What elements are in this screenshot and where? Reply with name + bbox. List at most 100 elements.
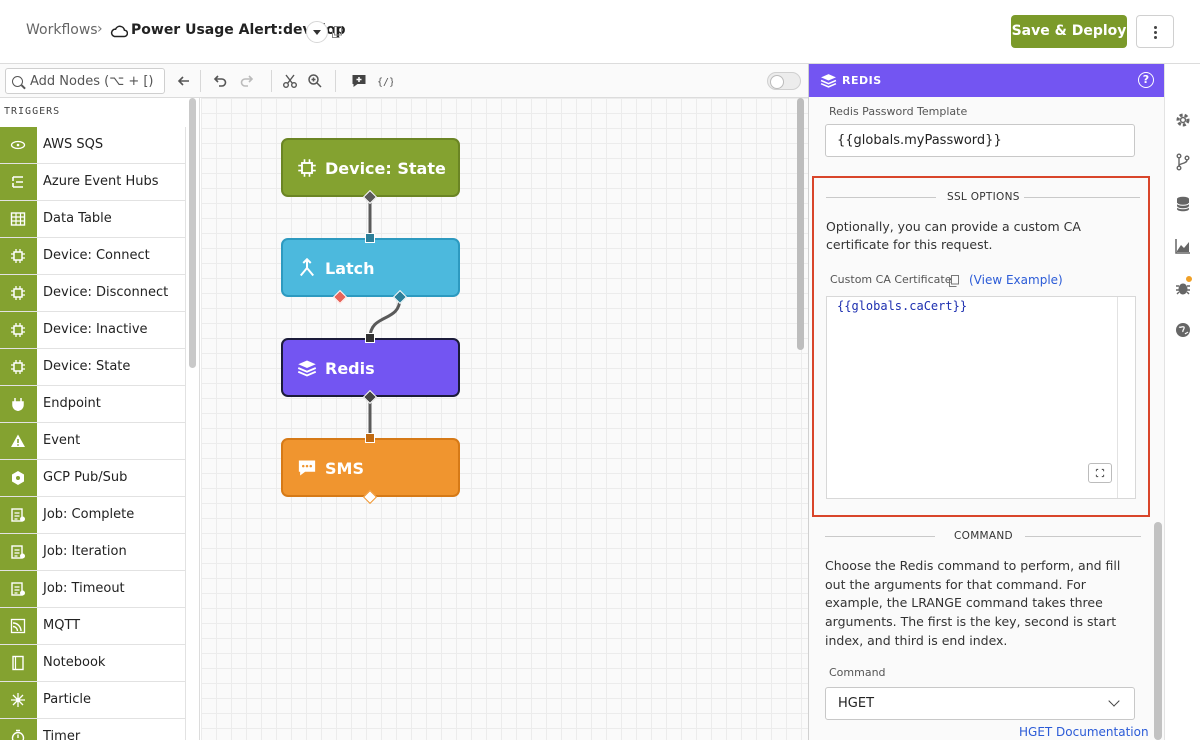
latch-icon — [299, 258, 315, 277]
list-item[interactable]: Device: Connect — [0, 238, 186, 275]
expand-editor-button[interactable] — [1088, 463, 1112, 483]
table-icon — [10, 212, 26, 226]
command-select[interactable]: HGET — [825, 687, 1135, 720]
gear-icon[interactable] — [1174, 111, 1192, 129]
command-label: Command — [829, 666, 886, 679]
notebook-icon — [12, 655, 24, 671]
ca-certificate-editor[interactable]: {{globals.caCert}} — [826, 296, 1136, 499]
canvas-toggle[interactable] — [767, 72, 801, 90]
timer-icon — [11, 729, 25, 740]
chip-icon — [298, 159, 316, 177]
list-item[interactable]: Notebook — [0, 645, 186, 682]
chevron-down-icon — [1108, 695, 1120, 707]
arrow-left-icon[interactable] — [176, 73, 192, 89]
database-icon[interactable] — [1174, 195, 1192, 213]
list-item[interactable]: MQTT — [0, 608, 186, 645]
panel-header: REDIS ? — [809, 64, 1164, 97]
list-item[interactable]: Job: Complete — [0, 497, 186, 534]
list-item[interactable]: Event — [0, 423, 186, 460]
list-item[interactable]: Timer — [0, 719, 186, 740]
command-title: COMMAND — [954, 530, 1013, 542]
section-divider — [1024, 197, 1140, 198]
command-documentation-link[interactable]: HGET Documentation — [1019, 725, 1149, 739]
plug-icon — [12, 398, 24, 411]
list-item[interactable]: Device: Inactive — [0, 312, 186, 349]
password-template-input[interactable]: {{globals.myPassword}} — [825, 124, 1135, 157]
node-label: Device: State — [325, 159, 446, 178]
panel-scrollbar[interactable] — [1154, 522, 1162, 740]
redis-icon — [820, 74, 837, 88]
ca-certificate-label: Custom CA Certificate — [830, 273, 952, 286]
input-port[interactable] — [365, 333, 375, 343]
chart-icon[interactable] — [1174, 237, 1192, 255]
list-item[interactable]: Job: Timeout — [0, 571, 186, 608]
mqtt-icon — [10, 618, 26, 634]
gcp-icon — [12, 471, 24, 485]
variable-icon[interactable]: {/} — [377, 73, 393, 89]
aws-icon — [10, 140, 26, 150]
node-label: Redis — [325, 359, 375, 378]
breadcrumb-workflows[interactable]: Workflows — [26, 22, 98, 38]
comment-add-icon[interactable] — [351, 73, 367, 89]
ssl-description: Optionally, you can provide a custom CA … — [826, 219, 1081, 252]
view-example-link[interactable]: (View Example) — [969, 273, 1063, 287]
workflow-node-latch[interactable]: Latch — [281, 238, 460, 297]
warning-icon — [11, 434, 25, 447]
top-bar: Workflows › Power Usage Alert:develop Sa… — [0, 0, 1200, 64]
list-item[interactable]: Device: Disconnect — [0, 275, 186, 312]
list-item[interactable]: Endpoint — [0, 386, 186, 423]
save-deploy-button[interactable]: Save & Deploy — [1011, 15, 1127, 48]
workflow-canvas[interactable]: Device: State Latch Redis SMS — [201, 98, 808, 740]
more-dot-icon — [1154, 26, 1157, 29]
chip-icon — [11, 249, 25, 263]
add-nodes-search[interactable]: Add Nodes (⌥ + [) — [5, 68, 165, 94]
chip-icon — [11, 323, 25, 337]
branch-icon[interactable] — [1174, 153, 1192, 171]
password-template-label: Redis Password Template — [829, 105, 968, 118]
triggers-section-title: TRIGGERS — [4, 106, 61, 117]
workflow-node-device-state[interactable]: Device: State — [281, 138, 460, 197]
editor-gutter — [1117, 297, 1118, 498]
workflow-node-sms[interactable]: SMS — [281, 438, 460, 497]
ca-certificate-value: {{globals.caCert}} — [837, 299, 968, 313]
right-rail — [1164, 64, 1200, 740]
notification-badge — [1185, 275, 1193, 283]
ssl-options-title: SSL OPTIONS — [947, 191, 1020, 203]
breadcrumb-separator: › — [97, 21, 103, 37]
node-palette-scrollbar[interactable] — [189, 98, 196, 368]
input-port[interactable] — [365, 433, 375, 443]
copy-icon[interactable] — [949, 275, 959, 287]
node-label: Latch — [325, 259, 375, 278]
section-divider — [825, 536, 935, 537]
list-item[interactable]: Azure Event Hubs — [0, 164, 186, 201]
more-dot-icon — [1154, 31, 1157, 34]
chip-icon — [11, 360, 25, 374]
canvas-scrollbar[interactable] — [797, 98, 804, 350]
chip-icon — [11, 286, 25, 300]
svg-text:{/}: {/} — [377, 77, 393, 88]
expand-icon — [1095, 468, 1105, 478]
more-options-button[interactable] — [1136, 15, 1174, 48]
job-icon — [11, 545, 25, 559]
input-port[interactable] — [365, 233, 375, 243]
list-item[interactable]: Particle — [0, 682, 186, 719]
zoom-icon[interactable] — [307, 73, 323, 89]
copy-icon[interactable] — [332, 26, 342, 38]
workflow-version-dropdown[interactable] — [306, 21, 328, 43]
list-item[interactable]: Job: Iteration — [0, 534, 186, 571]
particle-icon — [11, 693, 25, 707]
redo-icon[interactable] — [239, 73, 255, 89]
workflow-node-redis[interactable]: Redis — [281, 338, 460, 397]
undo-icon[interactable] — [212, 73, 228, 89]
node-palette: TRIGGERS AWS SQS Azure Event Hubs Data T… — [0, 98, 200, 740]
list-item[interactable]: Data Table — [0, 201, 186, 238]
list-item[interactable]: AWS SQS — [0, 127, 186, 164]
list-item[interactable]: Device: State — [0, 349, 186, 386]
help-icon[interactable]: ? — [1138, 72, 1154, 88]
azure-icon — [12, 176, 23, 188]
scissors-icon[interactable] — [282, 73, 298, 89]
list-item[interactable]: GCP Pub/Sub — [0, 460, 186, 497]
toolbar-divider — [335, 70, 336, 92]
job-icon — [11, 508, 25, 522]
globe-icon[interactable] — [1174, 321, 1192, 339]
